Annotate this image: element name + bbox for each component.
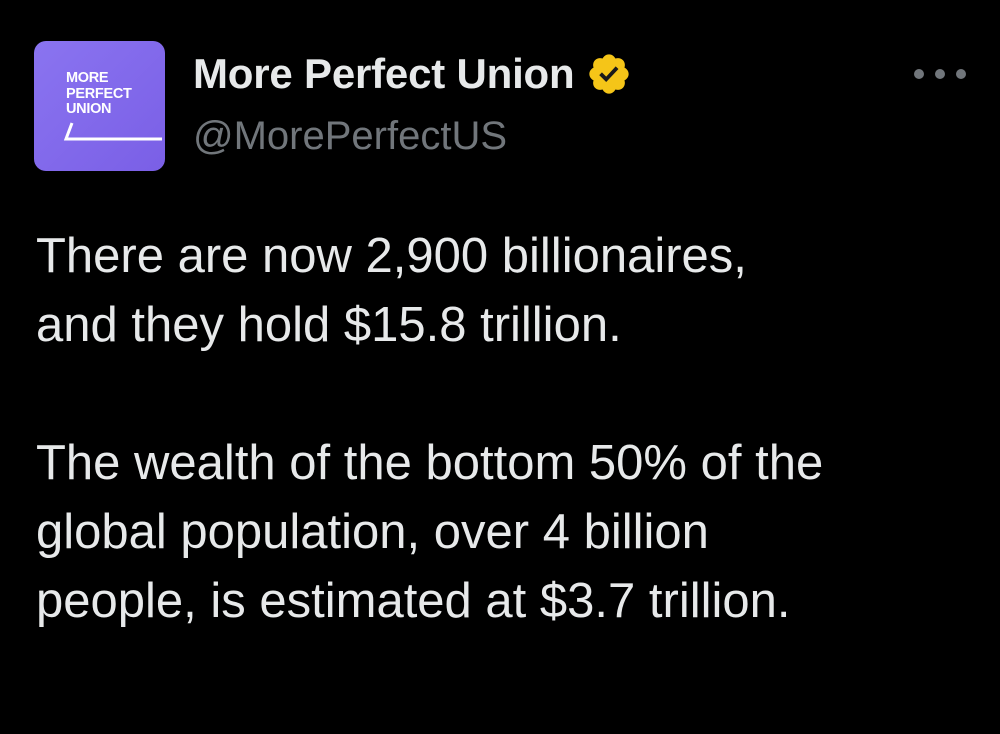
verified-badge-icon[interactable] [586, 51, 632, 97]
tweet-line: and they hold $15.8 trillion. [36, 298, 622, 352]
tweet-line: people, is estimated at $3.7 trillion. [36, 574, 791, 628]
author-handle[interactable]: @MorePerfectUS [193, 114, 632, 159]
more-dot-icon [914, 69, 924, 79]
avatar-logo-text: MORE PERFECT UNION [66, 70, 156, 118]
name-row: More Perfect Union [193, 48, 632, 100]
more-dot-icon [935, 69, 945, 79]
tweet-card: MORE PERFECT UNION More Perfect Union @M… [0, 0, 1000, 734]
tweet-line: global population, over 4 billion [36, 505, 709, 559]
logo-line-union: UNION [66, 101, 112, 117]
author-display-name[interactable]: More Perfect Union [193, 50, 575, 98]
tweet-header: More Perfect Union @MorePerfectUS [193, 48, 632, 159]
tweet-line: There are now 2,900 billionaires, [36, 229, 747, 283]
logo-line-perfect: PERFECT [66, 85, 132, 102]
logo-line-more: MORE [66, 70, 109, 86]
avatar[interactable]: MORE PERFECT UNION [34, 41, 165, 171]
tweet-text: There are now 2,900 billionaires, and th… [36, 222, 986, 636]
more-options-button[interactable] [914, 66, 966, 82]
logo-underline-icon [63, 122, 162, 141]
more-dot-icon [956, 69, 966, 79]
tweet-line: The wealth of the bottom 50% of the [36, 436, 824, 490]
